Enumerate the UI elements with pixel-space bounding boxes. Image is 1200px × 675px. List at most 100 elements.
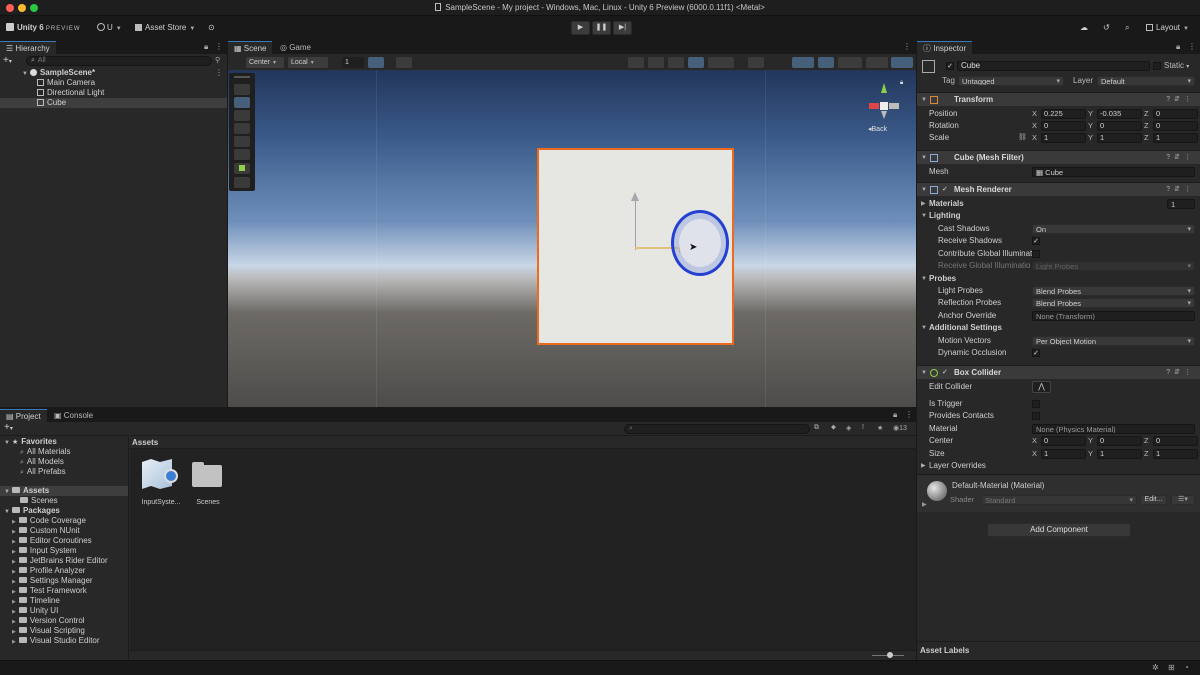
- folder-item[interactable]: Scenes: [20, 496, 58, 506]
- rotate-tool-icon[interactable]: [234, 110, 250, 121]
- position-z-field[interactable]: Z0: [1144, 109, 1198, 119]
- center-y-field[interactable]: Y0: [1088, 436, 1142, 446]
- grid-snap-input[interactable]: 1: [342, 57, 364, 68]
- favorite-item[interactable]: ⌕ All Materials: [20, 447, 71, 457]
- physics-material-field[interactable]: None (Physics Material): [1032, 424, 1195, 434]
- scene-viewport[interactable]: ➤ 🔒︎ ◂Back: [228, 70, 916, 407]
- tag-dropdown[interactable]: Untagged: [958, 76, 1064, 86]
- size-y-field[interactable]: Y1: [1088, 449, 1142, 459]
- package-item[interactable]: ▶ Custom NUnit: [12, 526, 80, 536]
- cloud-build-icon[interactable]: ⊙: [208, 22, 215, 34]
- search-icon[interactable]: ⌕: [1125, 22, 1129, 34]
- hand-tool-icon[interactable]: [234, 84, 250, 95]
- package-item[interactable]: ▶ Visual Studio Editor: [12, 636, 100, 646]
- layer-dropdown[interactable]: Default: [1097, 76, 1195, 86]
- tab-game[interactable]: ◎ Game: [274, 41, 317, 54]
- package-item[interactable]: ▶ Timeline: [12, 596, 60, 606]
- box-collider-enabled-checkbox[interactable]: ✓: [942, 369, 950, 377]
- package-item[interactable]: ▶ Settings Manager: [12, 576, 93, 586]
- component-controls-icon[interactable]: ?⇵⋮: [1166, 366, 1195, 380]
- panel-menu-icon[interactable]: ⋮: [215, 42, 223, 51]
- package-item[interactable]: ▶ Input System: [12, 546, 77, 556]
- camera-settings-icon[interactable]: [866, 57, 888, 68]
- layout-dropdown[interactable]: Layout ▼: [1146, 22, 1189, 34]
- rotation-y-field[interactable]: Y0: [1088, 121, 1142, 131]
- favorites-foldout[interactable]: ▼ ★ Favorites: [4, 437, 57, 447]
- lighting-foldout[interactable]: ▼ Lighting: [917, 210, 1200, 222]
- debug-mode-icon[interactable]: ✲: [1152, 663, 1159, 672]
- account-dropdown[interactable]: U ▼: [97, 22, 122, 34]
- center-z-field[interactable]: Z0: [1144, 436, 1198, 446]
- layer-overrides-foldout[interactable]: ▶ Layer Overrides: [917, 460, 1200, 472]
- position-y-field[interactable]: Y -0.035: [1088, 109, 1142, 119]
- cloud-icon[interactable]: ☁: [1080, 22, 1088, 34]
- lock-icon[interactable]: 🔒︎: [893, 410, 897, 420]
- asset-item-input-system[interactable]: InputSyste...: [138, 457, 184, 512]
- filter-icon[interactable]: ◈: [846, 424, 851, 432]
- motion-vectors-dropdown[interactable]: Per Object Motion: [1032, 336, 1195, 346]
- probes-foldout[interactable]: ▼ Probes: [917, 273, 1200, 285]
- is-trigger-checkbox[interactable]: [1032, 400, 1040, 408]
- collider-tool-icon[interactable]: [234, 163, 250, 174]
- panel-menu-icon[interactable]: ⋮: [1188, 42, 1196, 51]
- materials-row[interactable]: ▶ Materials 1: [917, 198, 1200, 210]
- receive-shadows-checkbox[interactable]: ✓: [1032, 237, 1040, 245]
- expand-triangle-icon[interactable]: ▶: [922, 501, 927, 508]
- package-item[interactable]: ▶ Version Control: [12, 616, 85, 626]
- cast-shadows-dropdown[interactable]: On: [1032, 224, 1195, 234]
- dynamic-occlusion-checkbox[interactable]: ✓: [1032, 349, 1040, 357]
- search-by-type-icon[interactable]: ⚲: [215, 56, 220, 64]
- reflection-probes-dropdown[interactable]: Blend Probes: [1032, 298, 1195, 308]
- package-item[interactable]: ▶ Profile Analyzer: [12, 566, 85, 576]
- rotation-handle[interactable]: [671, 210, 729, 276]
- favorite-item[interactable]: ⌕ All Prefabs: [20, 467, 66, 477]
- unity-version-menu[interactable]: Unity 6 PREVIEW: [6, 22, 81, 34]
- provides-contacts-checkbox[interactable]: [1032, 412, 1040, 420]
- selected-cube[interactable]: ➤: [537, 148, 734, 345]
- rotation-z-field[interactable]: Z0: [1144, 121, 1198, 131]
- hierarchy-item-directional-light[interactable]: Directional Light: [0, 88, 227, 98]
- package-item[interactable]: ▶ Test Framework: [12, 586, 87, 596]
- package-item[interactable]: ▶ Visual Scripting: [12, 626, 85, 636]
- tab-scene[interactable]: ▦ Scene: [228, 41, 273, 54]
- create-asset-button[interactable]: +▾: [4, 422, 13, 433]
- package-item[interactable]: ▶ Unity UI: [12, 606, 58, 616]
- size-x-field[interactable]: X1: [1032, 449, 1086, 459]
- orientation-gizmo[interactable]: 🔒︎ ◂Back: [864, 78, 904, 138]
- object-active-checkbox[interactable]: ✓: [946, 62, 954, 70]
- draw-mode-icon[interactable]: [628, 57, 644, 68]
- view-orientation-label[interactable]: ◂Back: [868, 125, 887, 133]
- tab-hierarchy[interactable]: ☰ Hierarchy: [0, 41, 56, 54]
- tab-project[interactable]: ▤ Project: [0, 409, 47, 422]
- assets-folder-row[interactable]: ▼ Assets: [0, 486, 128, 496]
- shader-options-icon[interactable]: ☰▾: [1171, 495, 1195, 505]
- panel-menu-icon[interactable]: ⋮: [905, 410, 913, 419]
- warning-filter-icon[interactable]: !: [862, 424, 864, 431]
- asset-store-dropdown[interactable]: Asset Store ▼: [135, 22, 195, 34]
- pause-button[interactable]: ❚❚: [592, 21, 611, 35]
- custom-tool-icon[interactable]: [234, 177, 250, 188]
- lock-icon[interactable]: 🔒︎: [204, 42, 208, 52]
- package-item[interactable]: ▶ JetBrains Rider Editor: [12, 556, 108, 566]
- visibility-icon[interactable]: [818, 57, 834, 68]
- lock-icon[interactable]: 🔒︎: [900, 80, 903, 87]
- tab-console[interactable]: ▣ Console: [48, 409, 100, 422]
- rect-tool-icon[interactable]: [234, 136, 250, 147]
- project-search-input[interactable]: ⌕: [624, 424, 810, 434]
- object-name-input[interactable]: Cube: [957, 61, 1150, 71]
- play-button[interactable]: ▶: [571, 21, 590, 35]
- static-dropdown[interactable]: Static ▾: [1164, 61, 1189, 70]
- mesh-renderer-header[interactable]: ▼ ✓ Mesh Renderer ?⇵⋮: [917, 182, 1200, 196]
- scene-menu-icon[interactable]: ⋮: [215, 68, 223, 78]
- gizmos-dropdown-icon[interactable]: [891, 57, 913, 68]
- lit-sphere-icon[interactable]: [688, 57, 704, 68]
- pivot-mode-dropdown[interactable]: Center ▾: [246, 57, 284, 68]
- rotation-x-field[interactable]: X0: [1032, 121, 1086, 131]
- hierarchy-item-main-camera[interactable]: Main Camera: [0, 78, 227, 88]
- scale-tool-icon[interactable]: [234, 123, 250, 134]
- edit-shader-button[interactable]: Edit...: [1140, 495, 1167, 505]
- light-probes-dropdown[interactable]: Blend Probes: [1032, 286, 1195, 296]
- palette-grip[interactable]: [234, 76, 250, 78]
- move-tool-icon[interactable]: [234, 97, 250, 108]
- breadcrumb[interactable]: Assets: [130, 437, 916, 449]
